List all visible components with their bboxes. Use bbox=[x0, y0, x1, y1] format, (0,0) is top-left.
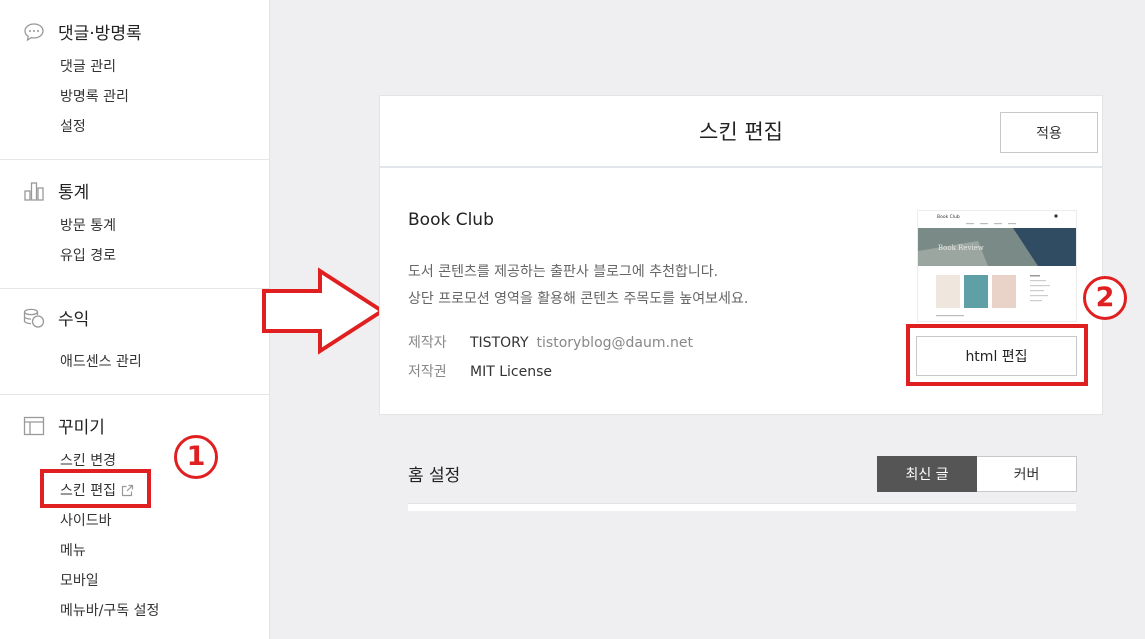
layout-icon bbox=[22, 414, 46, 438]
thumb-banner-text: Book Review bbox=[938, 244, 984, 252]
sidebar-item-comment-manage[interactable]: 댓글 관리 bbox=[60, 56, 116, 76]
highlight-box-html-edit bbox=[906, 324, 1088, 386]
divider bbox=[0, 288, 269, 289]
license-value: MIT License bbox=[470, 364, 552, 380]
divider bbox=[0, 159, 269, 160]
home-settings-title: 홈 설정 bbox=[408, 466, 461, 486]
sidebar-section-customize[interactable]: 꾸미기 bbox=[22, 413, 105, 438]
maker-label: 제작자 bbox=[408, 335, 447, 351]
skin-description-line: 상단 프로모션 영역을 활용해 콘텐츠 주목도를 높여보세요. bbox=[408, 291, 749, 307]
sidebar-section-revenue[interactable]: 수익 bbox=[22, 305, 89, 330]
card-header: 스킨 편집 적용 bbox=[380, 96, 1102, 168]
step-badge-1: 1 bbox=[174, 435, 218, 479]
sidebar: 댓글·방명록 댓글 관리 방명록 관리 설정 통계 방문 통계 유입 경로 수익… bbox=[0, 0, 270, 639]
license-label: 저작권 bbox=[408, 364, 447, 380]
skin-maker-row: 제작자 TISTORY tistoryblog@daum.net bbox=[408, 332, 693, 352]
sidebar-item-referrers[interactable]: 유입 경로 bbox=[60, 245, 116, 265]
skin-thumbnail: Book Club Book Review bbox=[917, 210, 1077, 322]
page-title: 스킨 편집 bbox=[699, 120, 783, 144]
latest-posts-option[interactable]: 최신 글 bbox=[877, 456, 977, 492]
skin-license-row: 저작권 MIT License bbox=[408, 361, 552, 381]
divider bbox=[0, 394, 269, 395]
maker-email: tistoryblog@daum.net bbox=[536, 335, 693, 351]
sidebar-item-menu[interactable]: 메뉴 bbox=[60, 540, 86, 560]
home-settings-panel bbox=[408, 503, 1076, 511]
skin-description: 도서 콘텐츠를 제공하는 출판사 블로그에 추천합니다. 상단 프로모션 영역을… bbox=[408, 259, 748, 313]
sidebar-item-menubar-subscribe[interactable]: 메뉴바/구독 설정 bbox=[60, 600, 159, 620]
skin-preview-image: Book Club Book Review bbox=[918, 211, 1076, 321]
bar-chart-icon bbox=[22, 179, 46, 203]
highlight-box-skin-edit bbox=[40, 469, 151, 508]
sidebar-section-comments[interactable]: 댓글·방명록 bbox=[22, 19, 142, 44]
skin-name: Book Club bbox=[408, 210, 494, 230]
sidebar-section-label: 꾸미기 bbox=[58, 418, 105, 438]
sidebar-item-mobile[interactable]: 모바일 bbox=[60, 570, 99, 590]
step-badge-2: 2 bbox=[1083, 276, 1127, 320]
arrow-right-icon bbox=[262, 267, 386, 355]
sidebar-section-label: 통계 bbox=[58, 183, 90, 203]
speech-bubble-icon bbox=[22, 20, 46, 44]
cover-option[interactable]: 커버 bbox=[977, 456, 1077, 492]
sidebar-item-skin-change[interactable]: 스킨 변경 bbox=[60, 450, 116, 470]
sidebar-item-comment-settings[interactable]: 설정 bbox=[60, 116, 86, 136]
sidebar-section-label: 수익 bbox=[58, 310, 90, 330]
maker-name: TISTORY bbox=[470, 335, 529, 351]
sidebar-item-adsense[interactable]: 애드센스 관리 bbox=[60, 351, 142, 371]
thumb-site-title: Book Club bbox=[937, 214, 960, 220]
apply-button[interactable]: 적용 bbox=[1000, 112, 1098, 153]
skin-description-line: 도서 콘텐츠를 제공하는 출판사 블로그에 추천합니다. bbox=[408, 264, 719, 280]
sidebar-section-label: 댓글·방명록 bbox=[58, 24, 142, 44]
sidebar-section-stats[interactable]: 통계 bbox=[22, 178, 89, 203]
sidebar-item-guestbook-manage[interactable]: 방명록 관리 bbox=[60, 86, 129, 106]
coins-icon bbox=[22, 306, 46, 330]
sidebar-item-visit-stats[interactable]: 방문 통계 bbox=[60, 215, 116, 235]
sidebar-item-sidebar[interactable]: 사이드바 bbox=[60, 510, 112, 530]
home-type-toggle: 최신 글 커버 bbox=[877, 456, 1077, 492]
